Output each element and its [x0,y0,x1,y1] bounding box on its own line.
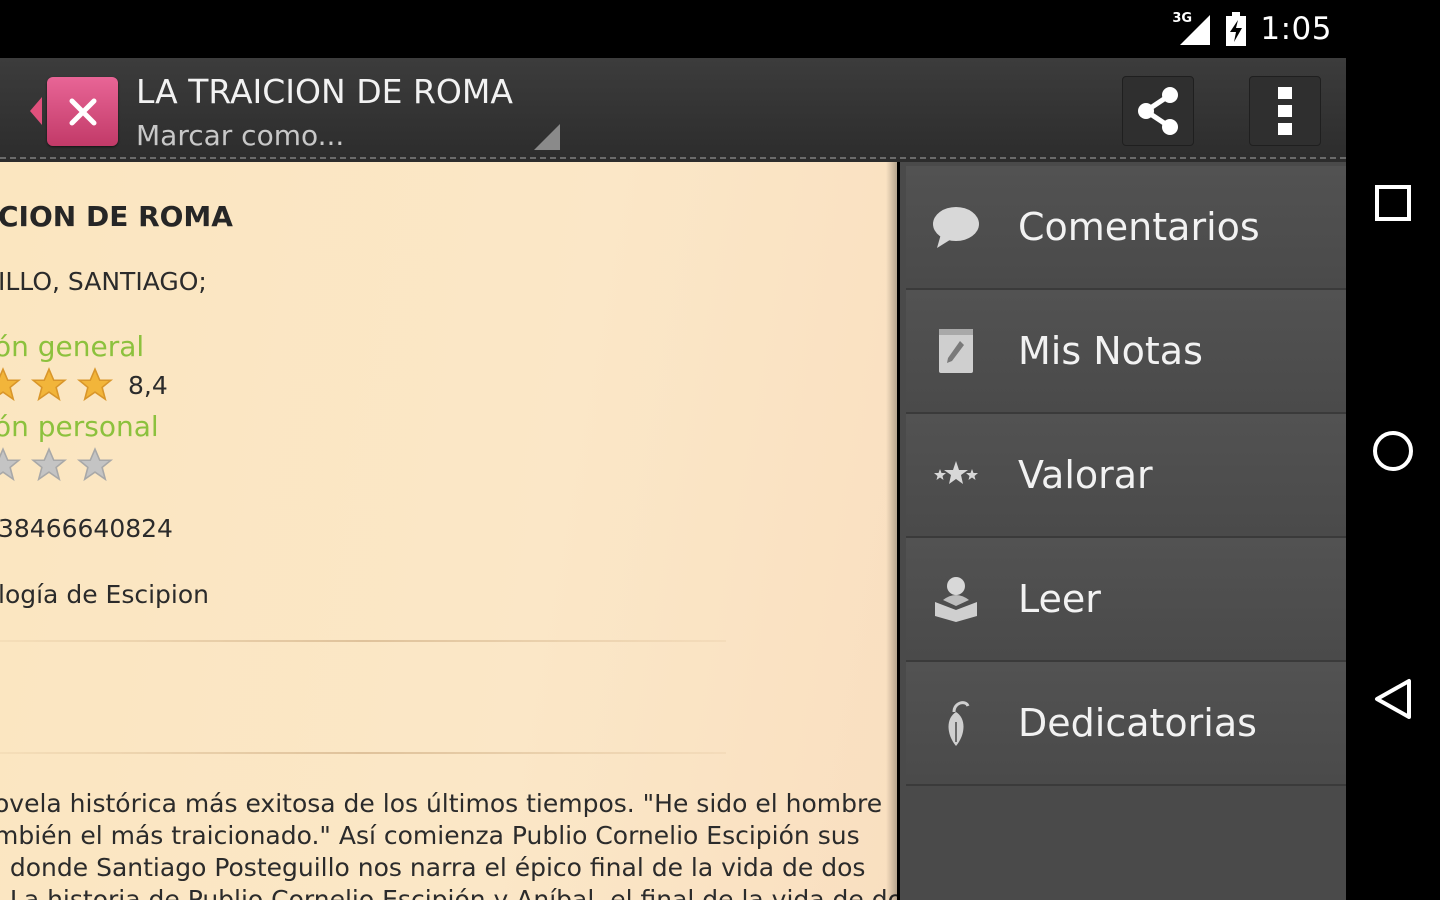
back-button[interactable] [1368,674,1418,724]
drawer-item-leer[interactable]: Leer [906,538,1346,662]
status-indicators: 3G 1:05 [1172,8,1332,50]
back-triangle-icon [1375,679,1411,719]
book-detail-panel: CION DE ROMA ILLO, SANTIAGO; ón general … [0,162,897,900]
network-type: 3G [1172,11,1193,26]
drawer-item-label: Leer [1018,577,1101,621]
star-gold-icon [76,366,114,404]
fountain-pen-icon [928,695,984,751]
book-title-heading: CION DE ROMA [0,200,233,233]
drawer-item-valorar[interactable]: Valorar [906,414,1346,538]
signal-icon: 3G [1172,11,1212,47]
drawer-item-label: Mis Notas [1018,329,1203,373]
navigation-bar [1346,0,1440,900]
drawer-item-label: Valorar [1018,453,1153,497]
section-divider [0,752,726,754]
personal-rating-stars[interactable] [0,446,114,484]
home-button[interactable] [1368,426,1418,476]
share-icon [1138,87,1178,135]
general-rating-stars: 8,4 [0,366,168,404]
battery-icon [1226,12,1247,46]
drawer-item-mis-notas[interactable]: Mis Notas [906,290,1346,414]
drawer-item-comentarios[interactable]: Comentarios [906,166,1346,290]
recents-square-icon [1375,185,1411,221]
app-logo-close-icon[interactable] [47,77,118,146]
overflow-menu-button[interactable] [1249,76,1321,146]
book-synopsis: ovela histórica más exitosa de los últim… [0,788,897,900]
book-author: ILLO, SANTIAGO; [0,267,207,296]
comment-bubble-icon [928,199,984,255]
star-empty-icon[interactable] [30,446,68,484]
drawer-item-label: Comentarios [1018,205,1260,249]
status-bar: 3G 1:05 [0,0,1346,58]
notepad-icon [928,323,984,379]
reader-icon [928,571,984,627]
synopsis-line: ovela histórica más exitosa de los últim… [0,789,883,818]
section-divider [0,640,726,642]
drawer-item-label: Dedicatorias [1018,701,1257,745]
mark-as-spinner[interactable]: Marcar como... [136,119,344,152]
star-empty-icon[interactable] [76,446,114,484]
drawer-item-dedicatorias[interactable]: Dedicatorias [906,662,1346,786]
options-drawer: Comentarios Mis Notas Valorar Leer Dedic… [900,162,1346,900]
star-gold-icon [30,366,68,404]
share-button[interactable] [1122,76,1194,146]
synopsis-line: , donde Santiago Posteguillo nos narra e… [0,853,866,882]
general-rating-value: 8,4 [128,370,168,400]
synopsis-line: mbién el más traicionado." Así comienza … [0,821,860,850]
overflow-menu-icon [1278,87,1292,135]
action-bar-title: LA TRAICION DE ROMA [136,72,513,111]
general-rating-label: ón general [0,330,145,363]
book-isbn: 38466640824 [0,514,173,543]
drawer-shadow [886,162,900,900]
personal-rating-label: ón personal [0,410,159,443]
clock: 1:05 [1260,11,1332,47]
up-caret-icon[interactable] [30,97,42,125]
rate-stars-icon [928,447,984,503]
recents-button[interactable] [1368,178,1418,228]
home-circle-icon [1373,431,1413,471]
star-gold-icon [0,366,22,404]
synopsis-line: . La historia de Publio Cornelio Escipió… [0,885,897,900]
book-series: logía de Escipion [0,580,209,609]
star-empty-icon[interactable] [0,446,22,484]
spinner-indicator-icon [534,124,560,150]
